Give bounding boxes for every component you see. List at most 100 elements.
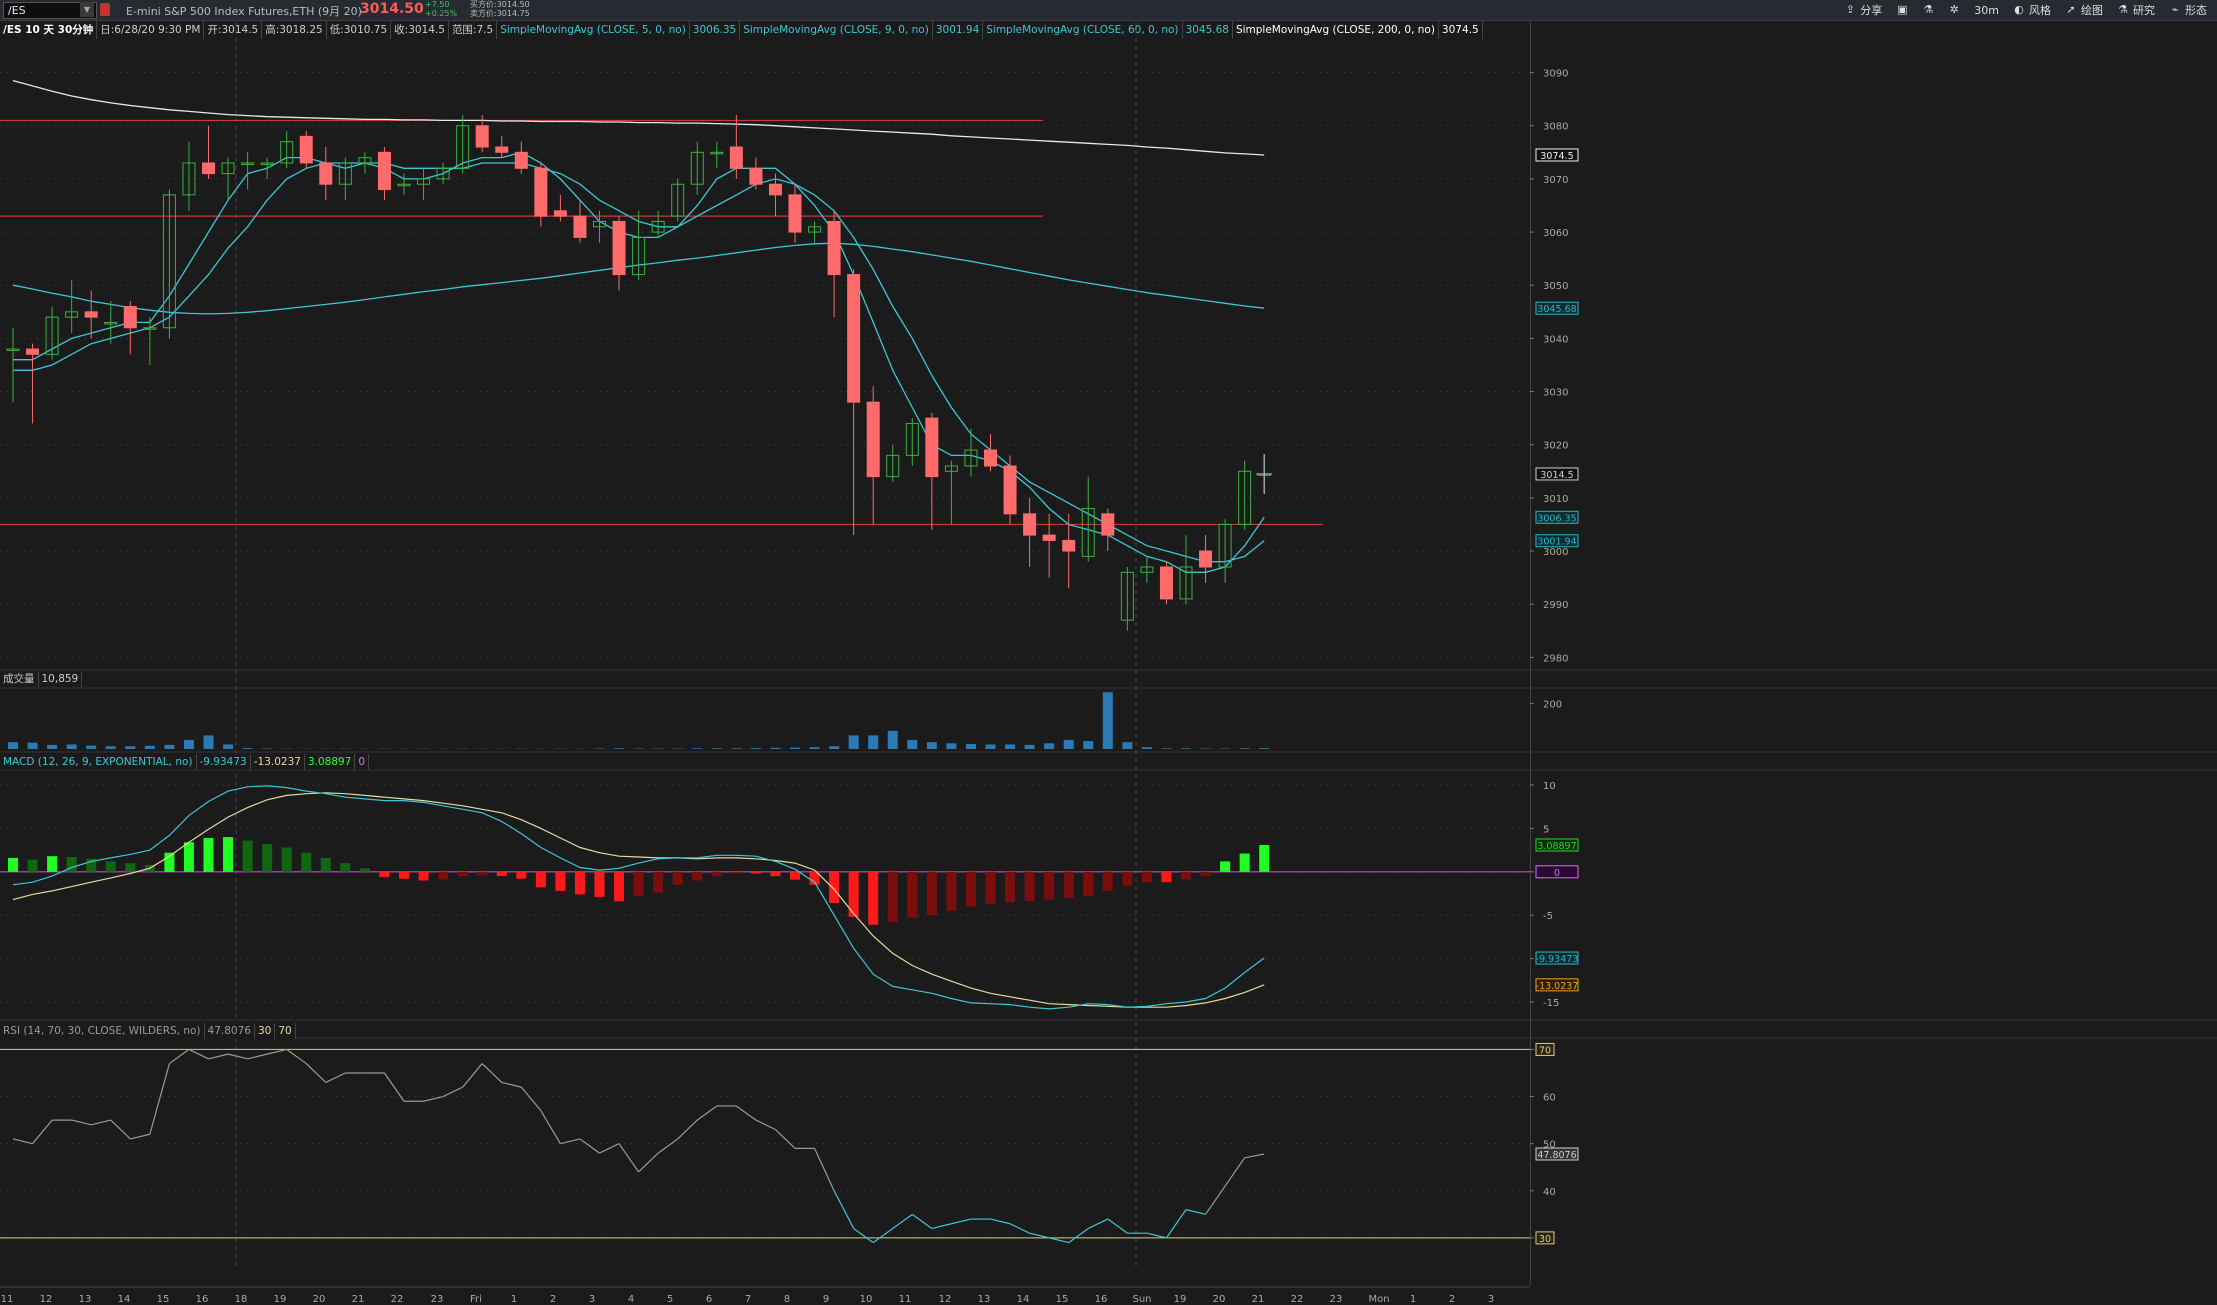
volume-bar <box>731 748 742 749</box>
macd-hist-bar <box>946 871 957 911</box>
time-tick-label: 19 <box>274 1294 287 1305</box>
macd-hist-bar <box>790 871 800 880</box>
volume-label[interactable]: 成交量 <box>0 671 39 687</box>
candle-down <box>866 401 880 478</box>
rsi-line-segment <box>1224 1157 1246 1187</box>
rsi-line-segment <box>1244 1153 1265 1159</box>
share-button[interactable]: ⇪ 分享 <box>1844 2 1883 18</box>
rsi-line-segment <box>247 1053 268 1060</box>
volume-bar <box>692 748 703 749</box>
rsi-line-segment <box>110 1119 131 1140</box>
macd-hist-bar <box>379 871 390 878</box>
macd-hist-bar <box>594 871 605 897</box>
rsi-line-segment <box>853 1227 874 1244</box>
time-tick-label: 19 <box>1174 1294 1187 1305</box>
time-tick-label: 11 <box>899 1294 912 1305</box>
time-tick-label: 7 <box>745 1294 751 1305</box>
rsi-line-segment <box>1029 1232 1050 1239</box>
volume-bar <box>1024 744 1035 749</box>
macd-hist-bar <box>125 863 136 872</box>
time-tick-label: 6 <box>706 1294 712 1305</box>
candle-down <box>475 125 489 148</box>
macd-flag-label: 3.08897 <box>1537 841 1576 852</box>
rsi-tick-label: 60 <box>1543 1093 1556 1104</box>
ask-price: 卖方价:3014.75 <box>470 9 530 18</box>
flask-button[interactable]: ⚗ <box>1922 4 1934 16</box>
candle-down <box>26 348 40 355</box>
rsi-pane-label: RSI (14, 70, 30, CLOSE, WILDERS, no) 47.… <box>0 1023 296 1039</box>
macd-hist-bar <box>496 871 507 877</box>
macd-hist-bar <box>281 847 292 872</box>
rsi-line-segment <box>12 1138 33 1145</box>
rsi-line-segment <box>892 1213 913 1229</box>
settings-button[interactable]: ✲ <box>1948 4 1960 16</box>
time-tick-label: 1 <box>1410 1294 1416 1305</box>
symbol-text: /ES <box>8 4 26 17</box>
snapshot-button[interactable]: ▣ <box>1896 4 1908 16</box>
macd-hist-bar <box>926 871 937 916</box>
rsi-line-segment <box>1165 1209 1187 1239</box>
style-icon: ◐ <box>2014 3 2024 16</box>
volume-bar <box>946 743 957 749</box>
macd-hist-bar <box>1063 871 1074 898</box>
volume-bar <box>8 742 18 749</box>
candle-down <box>377 151 391 191</box>
research-button[interactable]: ⚗ 研究 <box>2117 2 2155 18</box>
volume-bar <box>66 744 77 749</box>
draw-label: 绘图 <box>2081 4 2103 17</box>
macd-flag-label: 0 <box>1554 868 1560 879</box>
percent-change: +0.25% <box>425 9 458 18</box>
candle-down <box>1199 550 1213 568</box>
volume-bar <box>1161 748 1172 749</box>
share-icon: ⇪ <box>1845 3 1855 16</box>
alert-icon[interactable] <box>100 3 110 16</box>
candle-down <box>925 417 939 478</box>
patterns-button[interactable]: ⌁ 形态 <box>2169 2 2207 18</box>
macd-tick-label: -15 <box>1543 998 1559 1009</box>
macd-hist-bar <box>223 837 234 872</box>
time-tick-label: 4 <box>628 1294 634 1305</box>
symbol-dropdown-icon[interactable]: ▼ <box>80 2 94 17</box>
candle-down <box>1101 513 1115 536</box>
toolbar-right: ⇪ 分享 ▣ ⚗ ✲ 30m ◐ 风格 ➚ 绘图 ⚗ 研究 ⌁ 形态 <box>1844 0 2207 20</box>
volume-bar <box>125 746 136 749</box>
rsi-line-segment <box>462 1063 483 1088</box>
rsi-line-segment <box>149 1063 170 1135</box>
volume-bar <box>1102 692 1113 749</box>
rsi-value: 47.8076 <box>204 1023 255 1039</box>
rsi-line-segment <box>1049 1237 1069 1244</box>
rsi-label[interactable]: RSI (14, 70, 30, CLOSE, WILDERS, no) <box>0 1023 205 1039</box>
draw-button[interactable]: ➚ 绘图 <box>2065 2 2103 18</box>
style-button[interactable]: ◐ 风格 <box>2013 2 2051 18</box>
rsi-line-segment <box>91 1119 111 1126</box>
timeframe-button[interactable]: 30m <box>1974 4 1999 17</box>
volume-bar <box>105 746 116 749</box>
rsi-line-segment <box>169 1048 190 1065</box>
macd-hist-bar <box>399 871 409 879</box>
candle-down <box>984 449 997 467</box>
macd-hist-bar <box>907 871 918 918</box>
rsi-line-segment <box>677 1119 698 1140</box>
macd-hist-bar <box>985 871 996 904</box>
sma200-line <box>12 79 1265 156</box>
macd-label[interactable]: MACD (12, 26, 9, EXPONENTIAL, no) <box>0 754 197 770</box>
macd-value-line <box>12 785 1265 1010</box>
time-tick-label: 16 <box>196 1294 209 1305</box>
rsi-flag-label: 70 <box>1539 1045 1551 1056</box>
macd-hist-bar <box>555 871 566 891</box>
time-tick-label: 2 <box>1449 1294 1455 1305</box>
macd-tick-label: -5 <box>1543 911 1553 922</box>
price-chart[interactable]: 2980299030003010302030303040305030603070… <box>0 22 2217 1305</box>
macd-hist-bar <box>1200 871 1211 877</box>
macd-hist-bar <box>1259 844 1270 872</box>
rsi-overbought: 70 <box>275 1023 296 1039</box>
rsi-line-segment <box>130 1133 150 1140</box>
time-tick-label: 3 <box>1488 1294 1494 1305</box>
patterns-icon: ⌁ <box>2171 3 2179 16</box>
macd-hist-bar <box>1122 871 1133 886</box>
rsi-line-segment <box>1205 1185 1226 1215</box>
candle-down <box>573 215 587 238</box>
volume-bar <box>1239 748 1250 749</box>
candle-down <box>788 194 802 233</box>
rsi-line-segment <box>1107 1218 1128 1234</box>
